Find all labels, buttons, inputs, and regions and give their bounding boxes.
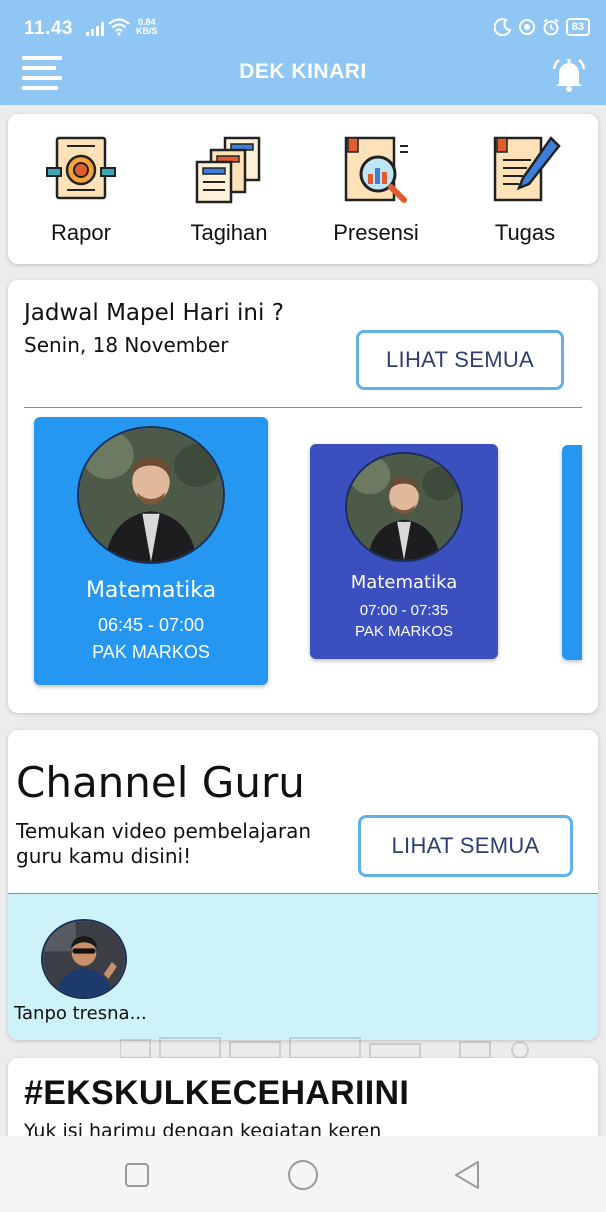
video-thumbnail [41,919,127,999]
schedule-item[interactable]: Matematika 07:00 - 07:35 PAK MARKOS [310,444,498,659]
schedule-time: 06:45 - 07:00 [97,615,205,635]
recent-apps-icon[interactable] [120,1158,154,1192]
alarm-icon [543,18,559,36]
report-magnifier-icon [344,136,408,203]
video-title: Tanpo tresna... [14,1003,147,1024]
system-navigation-bar [0,1136,606,1212]
back-icon[interactable] [450,1158,484,1192]
schedule-see-all-button[interactable]: LIHAT SEMUA [356,330,564,390]
quick-menu-tagihan[interactable]: Tagihan [164,134,294,254]
app-title: DEK KINARI [239,60,367,83]
moon-icon [493,18,512,36]
schedule-subject: Matematika [350,572,458,593]
teacher-avatar [77,426,225,564]
battery-indicator: 83 [565,18,590,36]
wifi-icon [108,18,130,36]
channel-description: Temukan video pembelajaran guru kamu dis… [16,819,312,868]
bills-icon [195,136,261,204]
schedule-card: Jadwal Mapel Hari ini ? Senin, 18 Novemb… [8,280,598,713]
quick-menu-rapor[interactable]: Rapor [16,134,146,254]
quick-menu-tugas[interactable]: Tugas [460,134,590,254]
video-item[interactable]: Tanpo tresna... [14,919,164,1024]
network-speed: 0.84 KB/S [136,17,158,36]
ekskul-title: #EKSKULKECEHARIINI [24,1074,410,1112]
bell-icon[interactable] [549,55,589,95]
schedule-teacher: PAK MARKOS [354,623,454,640]
background-illustration [120,1037,529,1058]
channel-video-list: Tanpo tresna... [8,893,598,1040]
certificate-icon [46,136,116,200]
divider [24,407,582,408]
channel-card: Channel Guru Temukan video pembelajaran … [8,730,598,1040]
schedule-teacher: PAK MARKOS [92,642,210,662]
quick-menu-presensi[interactable]: Presensi [311,134,441,254]
app-header: 11.43 0.84 KB/S 83 DEK KINARI [0,0,606,105]
signal-icon [86,22,104,36]
channel-see-all-button[interactable]: LIHAT SEMUA [358,815,573,877]
teacher-avatar [345,452,463,562]
quick-menu-card: Rapor Tagihan Presensi Tugas [8,114,598,264]
schedule-subject: Matematika [85,578,217,603]
status-bar: 11.43 0.84 KB/S 83 [0,0,606,52]
schedule-item[interactable]: Matematika 06:45 - 07:00 PAK MARKOS [34,417,268,685]
channel-title: Channel Guru [16,758,305,807]
status-time: 11.43 [24,18,73,39]
schedule-item-partial[interactable] [562,445,582,660]
home-icon[interactable] [286,1158,320,1192]
schedule-title: Jadwal Mapel Hari ini ? [24,300,284,326]
schedule-time: 07:00 - 07:35 [359,602,449,619]
schedule-date: Senin, 18 November [24,333,229,357]
assignment-pen-icon [493,136,561,202]
data-saver-icon [518,19,535,35]
